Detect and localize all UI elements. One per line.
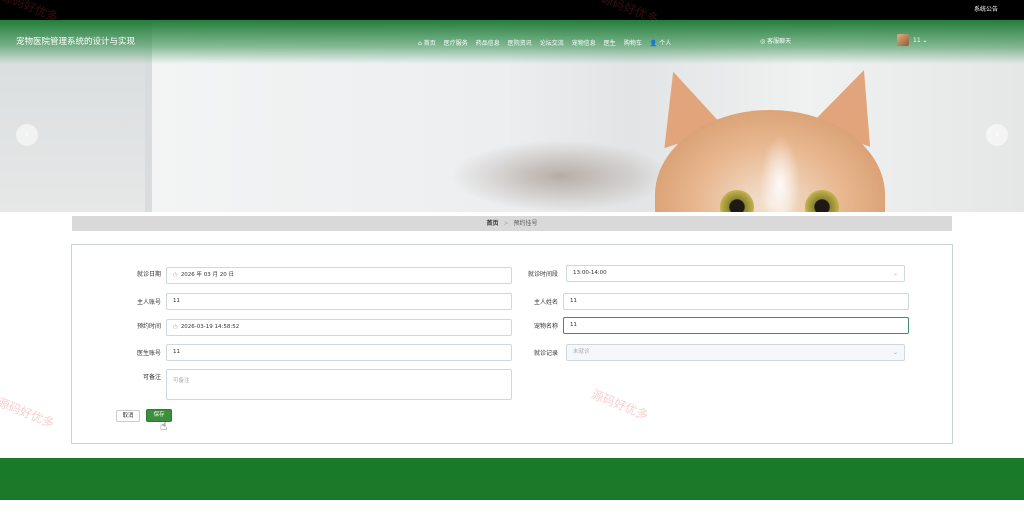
visit-date-field[interactable]: ◷ 2026 年 03 月 20 日 [166, 267, 512, 284]
nav-item-doctor[interactable]: 医生 [604, 38, 616, 47]
footer [0, 458, 1024, 500]
remark-label: 可备注 [142, 374, 161, 381]
owner-account-input[interactable]: 11 [166, 293, 512, 310]
customer-chat-link[interactable]: ◎ 客服聊天 [760, 36, 791, 45]
time-slot-select[interactable]: 13:00-14:00 ⌄ [566, 265, 905, 282]
avatar[interactable] [897, 34, 909, 46]
owner-name-input[interactable]: 11 [563, 293, 909, 310]
main-nav: ⌂ 首页 医疗服务 药品信息 医院资讯 论坛交流 宠物信息 医生 购物车 👤 个… [418, 38, 671, 47]
watermark: 源码好优多 [0, 395, 57, 431]
nav-item-pet-info[interactable]: 宠物信息 [572, 38, 596, 47]
pet-name-input[interactable]: 11 [563, 317, 909, 334]
visit-date-label: 就诊日期 [136, 271, 161, 278]
visit-record-select: 未就诊 ⌄ [566, 344, 905, 361]
nav-item-medicine[interactable]: 药品信息 [476, 38, 500, 47]
username-label[interactable]: 11 ⌄ [913, 37, 928, 44]
visit-record-label: 就诊记录 [533, 350, 558, 357]
chevron-down-icon: ⌄ [892, 349, 898, 356]
nav-item-forum[interactable]: 论坛交流 [540, 38, 564, 47]
doctor-account-label: 医生账号 [136, 350, 161, 357]
time-slot-value: 13:00-14:00 [573, 270, 607, 276]
pet-name-label: 宠物名称 [533, 323, 558, 330]
system-notice-link[interactable]: 系统公告 [974, 4, 998, 13]
breadcrumb-separator: > [503, 220, 509, 227]
nav-item-home[interactable]: ⌂ 首页 [418, 38, 436, 47]
carousel-prev-button[interactable]: ‹ [16, 124, 38, 146]
breadcrumb: 首页 > 预约挂号 [72, 216, 952, 231]
cancel-button[interactable]: 取消 [116, 410, 140, 422]
save-button[interactable]: 保存 [146, 409, 172, 422]
visit-date-value: 2026 年 03 月 20 日 [180, 272, 235, 278]
booking-time-label: 预约时间 [136, 323, 161, 330]
booking-time-field[interactable]: ◷ 2026-03-19 14:58:52 [166, 319, 512, 336]
nav-item-news[interactable]: 医院资讯 [508, 38, 532, 47]
booking-time-value: 2026-03-19 14:58:52 [180, 324, 240, 330]
remark-textarea[interactable]: 可备注 [166, 369, 512, 400]
doctor-account-input[interactable]: 11 [166, 344, 512, 361]
top-bar: 系统公告 [0, 0, 1024, 20]
visit-record-value: 未就诊 [573, 349, 590, 355]
owner-name-label: 主人姓名 [533, 299, 558, 306]
banner-carousel: ‹ › [0, 20, 1024, 212]
time-slot-label: 就诊时间段 [527, 271, 558, 278]
breadcrumb-home[interactable]: 首页 [487, 220, 499, 227]
carousel-next-button[interactable]: › [986, 124, 1008, 146]
breadcrumb-current: 预约挂号 [513, 220, 538, 227]
calendar-icon: ◷ [173, 272, 178, 278]
banner-shadow [450, 140, 670, 212]
nav-item-profile[interactable]: 👤 个人 [650, 38, 671, 47]
cat-blaze [760, 135, 800, 212]
chevron-down-icon: ⌄ [892, 270, 898, 277]
owner-account-label: 主人账号 [136, 299, 161, 306]
hand-pointer-icon: ☝ [160, 419, 168, 433]
clock-icon: ◷ [173, 324, 178, 330]
site-title: 宠物医院管理系统的设计与实现 [16, 37, 136, 47]
nav-item-cart[interactable]: 购物车 [624, 38, 642, 47]
user-menu[interactable]: 11 ⌄ [897, 34, 928, 46]
nav-item-medical-service[interactable]: 医疗服务 [444, 38, 468, 47]
cat-illustration [640, 59, 895, 212]
